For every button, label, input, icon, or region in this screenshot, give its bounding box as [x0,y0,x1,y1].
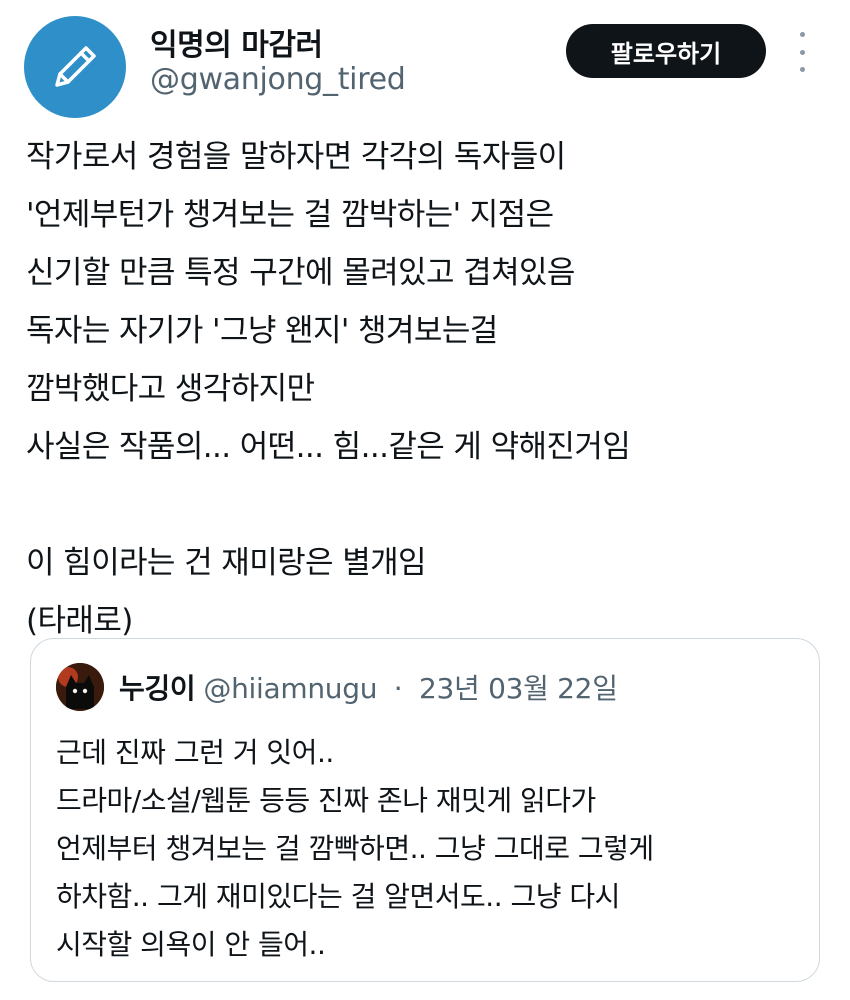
more-vertical-icon[interactable] [792,32,812,72]
author-handle[interactable]: @gwanjong_tired [150,62,406,97]
quoted-tweet-line: 근데 진짜 그런 거 잇어.. [56,736,334,769]
tweet-line: 이 힘이라는 건 재미랑은 별개임 [26,545,427,581]
tweet-line: 깜박했다고 생각하지만 [26,371,315,407]
quoted-tweet-line: 언제부터 챙겨보는 걸 깜빡하면.. 그냥 그대로 그렇게 [56,832,654,865]
meta-separator: · [393,672,403,705]
quoted-tweet-date[interactable]: 23년 03월 22일 [419,672,618,705]
more-dot [799,67,805,72]
author-display-name[interactable]: 익명의 마감러 [150,20,323,64]
author-avatar[interactable] [24,16,126,118]
quoted-tweet-text: 근데 진짜 그런 거 잇어.. 드라마/소설/웹툰 등등 진짜 존나 재밋게 읽… [56,729,816,969]
tweet-line-spacer [26,476,841,534]
quoted-tweet-line: 하차함.. 그게 재미있다는 걸 알면서도.. 그냥 다시 [56,880,620,913]
quoted-author-avatar[interactable] [56,663,104,711]
pencil-icon [55,46,96,87]
tweet-text: 작가로서 경험을 말하자면 각각의 독자들이 '언제부턴가 챙겨보는 걸 깜박하… [26,128,841,650]
quoted-tweet-header: 누깅이 @hiiamnugu · 23년 03월 22일 [119,667,618,707]
tweet-line: 사실은 작품의... 어떤... 힘...같은 게 약해진거임 [26,429,631,465]
quoted-author-handle[interactable]: @hiiamnugu [203,672,377,705]
quoted-tweet-card[interactable]: 누깅이 @hiiamnugu · 23년 03월 22일 근데 진짜 그런 거 잇… [30,638,820,982]
tweet-line: 작가로서 경험을 말하자면 각각의 독자들이 [26,139,566,175]
cat-avatar-icon [56,663,104,711]
follow-button[interactable]: 팔로우하기 [566,24,766,78]
more-dot [799,32,805,37]
tweet-line: 독자는 자기가 '그냥 왠지' 챙겨보는걸 [26,313,498,349]
quoted-tweet-line: 시작할 의욕이 안 들어.. [56,928,326,961]
tweet-line: 신기할 만큼 특정 구간에 몰려있고 겹쳐있음 [26,255,575,291]
quoted-author-name[interactable]: 누깅이 [119,672,196,705]
quoted-tweet-line: 드라마/소설/웹툰 등등 진짜 존나 재밋게 읽다가 [56,784,596,817]
more-dot [799,49,805,55]
tweet-line: '언제부턴가 챙겨보는 걸 깜박하는' 지점은 [26,197,554,233]
